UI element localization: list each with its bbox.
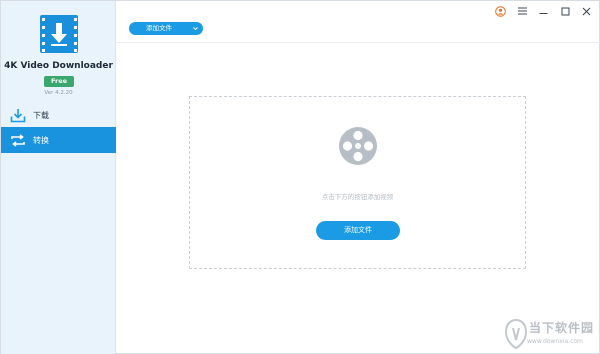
free-badge: Free <box>44 76 74 87</box>
empty-hint-text: 点击下方的按钮添加视频 <box>321 193 394 201</box>
film-reel-icon <box>339 127 377 165</box>
sidebar: 4K Video Downloader Free Ver 4.2.20 下载 转… <box>1 1 116 354</box>
add-files-dropdown-button[interactable]: 添加文件 <box>129 22 203 35</box>
drop-zone[interactable]: 点击下方的按钮添加视频 添加文件 <box>189 96 526 269</box>
convert-icon <box>10 132 26 148</box>
account-icon[interactable] <box>494 5 506 17</box>
download-icon <box>10 107 26 123</box>
sidebar-item-label: 转换 <box>33 135 49 145</box>
app-title: 4K Video Downloader <box>4 61 113 71</box>
watermark-text: 当下软件园 <box>529 321 595 335</box>
version-label: Ver 4.2.20 <box>44 90 73 96</box>
app-window: 4K Video Downloader Free Ver 4.2.20 下载 转… <box>0 0 600 354</box>
add-files-label: 添加文件 <box>146 24 172 32</box>
minimize-icon[interactable] <box>537 5 549 17</box>
toolbar: 添加文件 <box>116 1 600 43</box>
close-icon[interactable] <box>580 5 592 17</box>
sidebar-item-download[interactable]: 下载 <box>1 102 116 128</box>
menu-icon[interactable] <box>516 5 528 17</box>
watermark-url: www.downxia.com <box>527 338 583 345</box>
chevron-down-icon <box>193 27 198 31</box>
add-files-button[interactable]: 添加文件 <box>316 221 400 240</box>
sidebar-item-label: 下载 <box>33 110 49 120</box>
watermark: 当下软件园 www.downxia.com <box>501 316 600 354</box>
maximize-icon[interactable] <box>559 5 571 17</box>
app-logo-icon <box>40 15 78 53</box>
watermark-logo-icon <box>504 318 528 350</box>
sidebar-item-convert[interactable]: 转换 <box>1 127 116 153</box>
